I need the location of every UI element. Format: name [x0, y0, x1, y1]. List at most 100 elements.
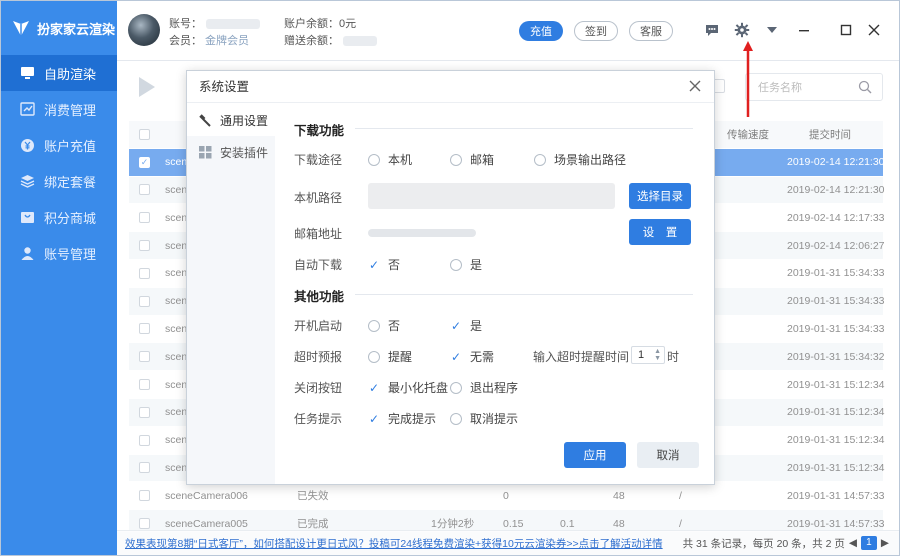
settings-dialog: 系统设置 通用设置 安装插件 下载功能 下载途径 本机 邮箱 场景输出路径 本机…: [186, 70, 715, 485]
download-option-local[interactable]: 本机: [368, 151, 412, 168]
gift-balance-label: 赠送余额：: [284, 35, 339, 47]
option-label: 无需: [470, 350, 495, 364]
balance-label: 账户余额：: [284, 18, 339, 30]
local-path-label: 本机路径: [294, 191, 343, 205]
radio-icon: [450, 381, 462, 394]
sidebar-item-self-render[interactable]: 自助渲染: [1, 55, 117, 91]
task-hint-cancel[interactable]: 取消提示: [450, 410, 518, 427]
download-section-title: 下载功能: [294, 124, 345, 138]
promo-link[interactable]: 效果表现第8期“日式客厅”，如何搭配设计更日式风？投稿可24线程免费渲染+获得1…: [125, 536, 663, 551]
radio-icon: [450, 412, 462, 425]
sidebar-item-label: 积分商城: [44, 210, 97, 226]
sidebar-item-label: 绑定套餐: [44, 174, 97, 190]
pagination: 共 31 条记录，每页 20 条，共 2 页 ◀ 1 ▶: [683, 536, 889, 551]
option-label: 否: [388, 258, 401, 272]
signin-button[interactable]: 签到: [574, 21, 618, 41]
next-page-icon[interactable]: ▶: [881, 537, 889, 549]
task-hint-label: 任务提示: [294, 412, 343, 426]
sidebar-item-consumption[interactable]: 消费管理: [1, 91, 117, 127]
chart-icon: [19, 101, 35, 117]
timeout-remind[interactable]: 提醒: [368, 348, 412, 365]
shop-icon: [19, 209, 35, 225]
radio-icon: [368, 350, 380, 363]
local-path-input[interactable]: [368, 183, 615, 209]
gift-balance-redacted: [343, 36, 377, 47]
current-page[interactable]: 1: [860, 536, 877, 550]
choose-directory-button[interactable]: 选择目录: [629, 183, 691, 209]
close-icon[interactable]: [688, 79, 702, 93]
display-icon: [19, 65, 35, 81]
app-name: 扮家家云渲染: [37, 21, 116, 37]
radio-icon: [534, 153, 546, 166]
sidebar-item-package[interactable]: 绑定套餐: [1, 163, 117, 199]
sidebar-item-label: 自助渲染: [44, 66, 97, 82]
sidebar: 扮家家云渲染 自助渲染 消费管理 账户充值 绑定套餐 积分商城 账号管理: [1, 1, 117, 555]
sidebar-item-account[interactable]: 账号管理: [1, 235, 117, 271]
minimize-icon[interactable]: [795, 21, 813, 39]
tab-general-settings[interactable]: 通用设置: [187, 104, 275, 136]
radio-icon: [368, 319, 380, 332]
status-bar: 效果表现第8期“日式客厅”，如何搭配设计更日式风？投稿可24线程免费渲染+获得1…: [117, 530, 899, 555]
auto-download-yes[interactable]: 是: [450, 256, 482, 273]
option-label: 邮箱: [470, 153, 495, 167]
dialog-body: 下载功能 下载途径 本机 邮箱 场景输出路径 本机路径 选择目录 邮箱地址 设 …: [275, 104, 714, 484]
timeout-label: 超时预报: [294, 350, 343, 364]
apply-button[interactable]: 应用: [564, 442, 626, 468]
option-label: 提醒: [388, 350, 413, 364]
chevron-down-icon[interactable]: [763, 21, 781, 39]
startup-label: 开机启动: [294, 319, 343, 333]
radio-icon: [368, 153, 380, 166]
user-icon: [19, 245, 35, 261]
header: 账号： 会员： 金牌会员 账户余额：0元 赠送余额： 充值 签到 客服: [117, 1, 899, 61]
message-icon[interactable]: [703, 21, 721, 39]
startup-yes[interactable]: ✓ 是: [450, 317, 482, 334]
download-option-email[interactable]: 邮箱: [450, 151, 494, 168]
gear-icon[interactable]: [733, 21, 751, 39]
yen-icon: [19, 137, 35, 153]
balance-info: 账户余额：0元: [284, 15, 356, 31]
cancel-button[interactable]: 取消: [637, 442, 699, 468]
option-label: 取消提示: [470, 412, 519, 426]
auto-download-label: 自动下载: [294, 258, 343, 272]
account-info: 账号：: [169, 15, 260, 31]
email-label: 邮箱地址: [294, 227, 343, 241]
download-option-scene-output[interactable]: 场景输出路径: [534, 151, 626, 168]
sidebar-item-label: 账户充值: [44, 138, 97, 154]
app-window: 扮家家云渲染 自助渲染 消费管理 账户充值 绑定套餐 积分商城 账号管理 账号：…: [0, 0, 900, 556]
close-minimize-tray[interactable]: ✓ 最小化托盘: [368, 379, 448, 396]
member-value: 金牌会员: [205, 35, 249, 47]
close-window-icon[interactable]: [865, 21, 883, 39]
gift-balance-info: 赠送余额：: [284, 32, 377, 48]
sidebar-item-recharge[interactable]: 账户充值: [1, 127, 117, 163]
stepper-arrows-icon[interactable]: ▲ ▼: [654, 348, 661, 362]
option-label: 完成提示: [388, 412, 437, 426]
sidebar-item-points-mall[interactable]: 积分商城: [1, 199, 117, 235]
timeout-input-label: 输入超时提醒时间：: [533, 350, 642, 364]
auto-download-no[interactable]: ✓ 否: [368, 256, 400, 273]
dialog-tab-list: 通用设置 安装插件: [187, 104, 275, 484]
other-section-title: 其他功能: [294, 290, 345, 304]
service-button[interactable]: 客服: [629, 21, 673, 41]
dialog-title: 系统设置: [187, 71, 714, 103]
timeout-hours-stepper[interactable]: 1 ▲ ▼: [631, 346, 665, 364]
tab-install-plugins[interactable]: 安装插件: [187, 136, 275, 168]
close-exit-program[interactable]: 退出程序: [450, 379, 518, 396]
pagination-summary: 共 31 条记录，每页 20 条，共 2 页: [682, 537, 845, 550]
tab-label: 通用设置: [220, 113, 269, 128]
avatar[interactable]: [128, 14, 160, 46]
option-label: 否: [388, 319, 401, 333]
recharge-button[interactable]: 充值: [519, 21, 563, 41]
tab-label: 安装插件: [220, 145, 269, 160]
checkmark-icon: ✓: [368, 380, 380, 395]
task-hint-complete[interactable]: ✓ 完成提示: [368, 410, 436, 427]
download-path-label: 下载途径: [294, 153, 343, 167]
prev-page-icon[interactable]: ◀: [849, 537, 857, 549]
startup-no[interactable]: 否: [368, 317, 400, 334]
option-label: 是: [470, 258, 483, 272]
maximize-icon[interactable]: [837, 21, 855, 39]
set-email-button[interactable]: 设 置: [629, 219, 691, 245]
email-value-redacted: [368, 229, 476, 237]
grid-icon: [199, 145, 212, 158]
timeout-none[interactable]: ✓ 无需: [450, 348, 494, 365]
option-label: 退出程序: [470, 381, 519, 395]
